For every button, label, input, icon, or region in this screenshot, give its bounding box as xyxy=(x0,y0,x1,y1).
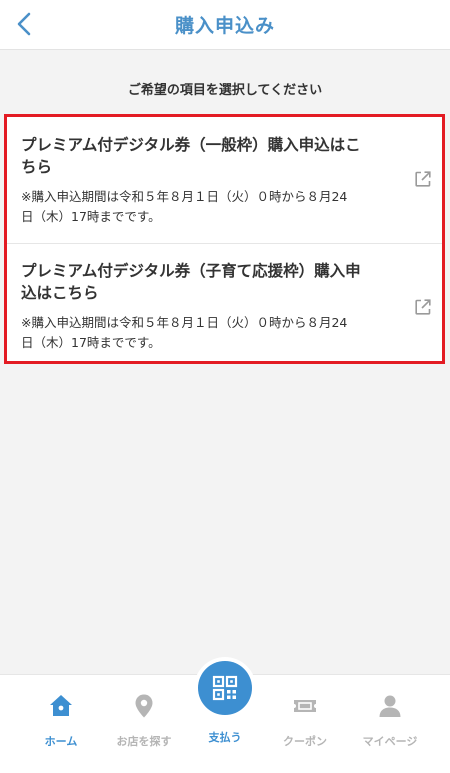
option-title-line2: 込はこちら xyxy=(21,284,99,302)
nav-pay-label: 支払う xyxy=(208,731,242,744)
purchase-option-childcare[interactable]: プレミアム付デジタル券（子育て応援枠）購入申 込はこちら ※購入申込期間は令和５… xyxy=(7,244,442,361)
qr-code-icon xyxy=(212,675,238,701)
external-link-icon[interactable] xyxy=(414,298,432,316)
purchase-option-general[interactable]: プレミアム付デジタル券（一般枠）購入申込はこ ちら ※購入申込期間は令和５年８月… xyxy=(7,117,442,244)
home-icon xyxy=(47,692,75,720)
option-title-line1: プレミアム付デジタル券（子育て応援枠）購入申 xyxy=(21,262,361,280)
ticket-icon xyxy=(291,692,319,720)
nav-coupon-label: クーポン xyxy=(283,735,327,748)
option-title-line2: ちら xyxy=(21,158,53,176)
nav-find-stores[interactable]: お店を探す xyxy=(104,675,184,773)
nav-find-stores-label: お店を探す xyxy=(116,735,172,748)
instruction-text: ご希望の項目を選択してください xyxy=(127,83,323,98)
chevron-left-icon xyxy=(17,12,31,36)
page-title: 購入申込み xyxy=(174,15,275,37)
option-note-line1: ※購入申込期間は令和５年８月１日（火）０時から８月24 xyxy=(21,315,348,330)
purchase-options-list: プレミアム付デジタル券（一般枠）購入申込はこ ちら ※購入申込期間は令和５年８月… xyxy=(4,114,445,364)
map-pin-icon xyxy=(130,692,158,720)
option-title: プレミアム付デジタル券（子育て応援枠）購入申 込はこちら xyxy=(21,260,398,304)
nav-coupon[interactable]: クーポン xyxy=(265,675,345,773)
nav-home-label: ホーム xyxy=(44,735,78,748)
option-note-line2: 日（木）17時までです。 xyxy=(21,335,161,350)
option-title: プレミアム付デジタル券（一般枠）購入申込はこ ちら xyxy=(21,134,398,178)
option-note: ※購入申込期間は令和５年８月１日（火）０時から８月24 日（木）17時までです。 xyxy=(21,187,398,227)
option-title-line1: プレミアム付デジタル券（一般枠）購入申込はこ xyxy=(21,136,361,154)
pay-button[interactable] xyxy=(198,661,252,715)
nav-home[interactable]: ホーム xyxy=(21,675,101,773)
app-screen: 購入申込み ご希望の項目を選択してください プレミアム付デジタル券（一般枠）購入… xyxy=(0,0,450,773)
option-note: ※購入申込期間は令和５年８月１日（火）０時から８月24 日（木）17時までです。 xyxy=(21,313,398,353)
option-note-line1: ※購入申込期間は令和５年８月１日（火）０時から８月24 xyxy=(21,189,348,204)
back-button[interactable] xyxy=(6,5,44,43)
bottom-nav: ホーム お店を探す 支払う クーポン マイページ xyxy=(0,661,450,773)
nav-mypage[interactable]: マイページ xyxy=(350,675,430,773)
nav-mypage-label: マイページ xyxy=(362,735,418,748)
external-link-icon[interactable] xyxy=(414,170,432,188)
nav-pay[interactable]: 支払う xyxy=(185,661,265,773)
header-bar: 購入申込み xyxy=(0,0,450,50)
option-note-line2: 日（木）17時までです。 xyxy=(21,209,161,224)
user-icon xyxy=(376,692,404,720)
